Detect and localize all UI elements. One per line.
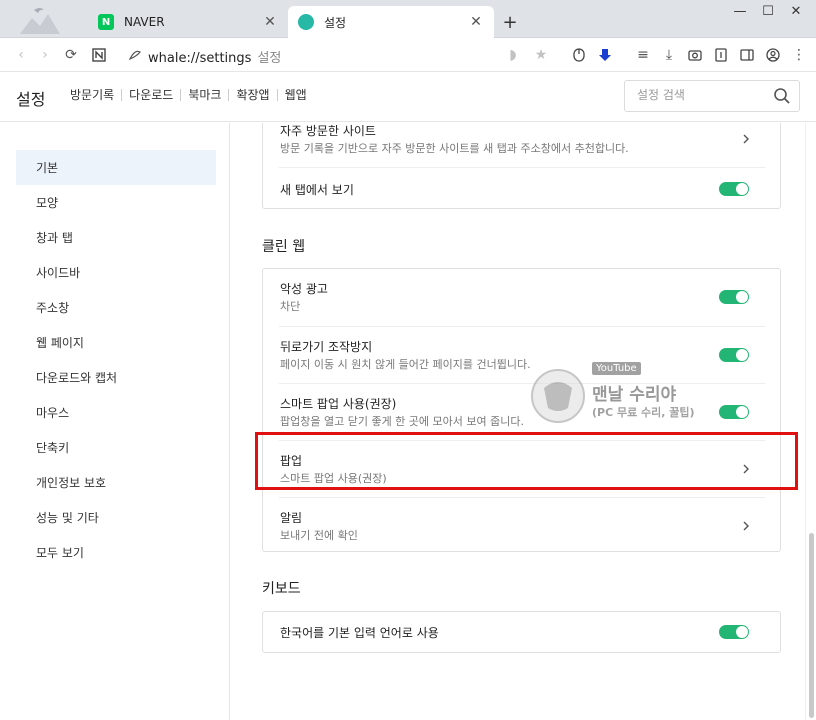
search-icon[interactable] — [773, 87, 791, 105]
sidebar-item-sidebar[interactable]: 사이드바 — [16, 255, 216, 290]
row-label: 뒤로가기 조작방지 — [280, 340, 373, 354]
bookmark-star-icon[interactable]: ★ — [532, 46, 550, 64]
whale-mountain-icon — [20, 8, 60, 34]
capture-camera-icon[interactable] — [686, 46, 704, 64]
maximize-icon[interactable]: ☐ — [758, 4, 778, 19]
sidebar-item-windows-tabs[interactable]: 창과 탭 — [16, 220, 216, 255]
sidebar-item-webpage[interactable]: 웹 페이지 — [16, 325, 216, 360]
url-text: whale://settings — [148, 51, 252, 66]
tab-settings[interactable]: 설정 ✕ — [288, 6, 494, 38]
sidebar-item-shortcuts[interactable]: 단축키 — [16, 430, 216, 465]
watermark-subtitle: (PC 무료 수리, 꿀팁) — [592, 406, 695, 419]
reader-icon[interactable] — [712, 46, 730, 64]
settings-search[interactable] — [624, 80, 800, 112]
back-icon[interactable]: ‹ — [12, 46, 30, 64]
keyboard-card: 한국어를 기본 입력 언어로 사용 — [262, 611, 781, 653]
shield-icon[interactable]: ◗ — [504, 46, 522, 64]
section-keyboard: 키보드 — [262, 581, 301, 597]
popup-highlight-box — [255, 432, 798, 490]
show-in-newtab-row: 새 탭에서 보기 — [279, 167, 765, 209]
download-arrow-icon[interactable] — [596, 46, 614, 64]
youtube-watermark: YouTube 맨날 수리야 (PC 무료 수리, 꿀팁) — [530, 360, 720, 430]
address-field[interactable]: whale://settings 설정 — [148, 47, 281, 66]
nav-bookmarks[interactable]: 북마크 — [181, 89, 230, 101]
section-clean-web: 클린 웹 — [262, 239, 306, 255]
whale-favicon-icon — [298, 14, 314, 30]
playlist-icon[interactable]: ≡ — [634, 46, 652, 64]
close-tab-icon[interactable]: ✕ — [262, 14, 278, 30]
settings-header: 설정 방문기록 다운로드 북마크 확장앱 웹앱 — [0, 72, 816, 122]
settings-nav: 방문기록 다운로드 북마크 확장앱 웹앱 — [70, 89, 314, 101]
address-toolbar: ‹ › ⟳ whale://settings 설정 ◗ ★ ≡ ⤓ ⋮ — [0, 38, 816, 72]
page-title: 설정 — [16, 90, 46, 109]
settings-sidebar: 기본 모양 창과 탭 사이드바 주소창 웹 페이지 다운로드와 캡처 마우스 단… — [0, 123, 230, 720]
tab-title: 설정 — [324, 15, 347, 30]
profile-icon[interactable] — [764, 46, 782, 64]
malicious-ads-toggle[interactable] — [719, 290, 749, 304]
row-desc: 페이지 이동 시 원치 않게 들어간 페이지를 건너뜁니다. — [280, 358, 531, 371]
tab-strip: N NAVER ✕ 설정 ✕ + — ☐ ✕ — [0, 0, 816, 38]
tab-naver[interactable]: N NAVER ✕ — [88, 6, 288, 38]
korean-input-row: 한국어를 기본 입력 언어로 사용 — [279, 612, 765, 652]
chevron-right-icon — [743, 521, 749, 531]
frequent-sites-row[interactable]: 자주 방문한 사이트 방문 기록을 기반으로 자주 방문한 사이트를 새 탭과 … — [279, 123, 765, 167]
mouse-gesture-icon[interactable] — [570, 46, 588, 64]
row-label: 알림 — [280, 511, 303, 525]
reload-icon[interactable]: ⟳ — [62, 46, 80, 64]
naver-home-icon[interactable] — [90, 46, 108, 64]
youtube-badge: YouTube — [592, 362, 641, 375]
watermark-title: 맨날 수리야 — [592, 385, 677, 405]
search-input[interactable] — [637, 88, 767, 102]
row-desc: 보내기 전에 확인 — [280, 529, 358, 542]
forward-icon[interactable]: › — [36, 46, 54, 64]
malicious-ads-row: 악성 광고 차단 — [279, 269, 765, 326]
minimize-icon[interactable]: — — [730, 4, 750, 19]
korean-input-toggle[interactable] — [719, 625, 749, 639]
sidebar-toggle-icon[interactable] — [738, 46, 756, 64]
row-label: 한국어를 기본 입력 언어로 사용 — [280, 626, 439, 640]
sidebar-item-addressbar[interactable]: 주소창 — [16, 290, 216, 325]
window-close-icon[interactable]: ✕ — [786, 4, 806, 19]
menu-dots-icon[interactable]: ⋮ — [790, 46, 808, 64]
tab-title: NAVER — [124, 15, 165, 29]
sidebar-item-privacy[interactable]: 개인정보 보호 — [16, 465, 216, 500]
sidebar-item-download-capture[interactable]: 다운로드와 캡처 — [16, 360, 216, 395]
scrollbar-thumb[interactable] — [809, 533, 814, 718]
pc-repair-logo-icon — [531, 369, 585, 423]
back-manipulation-toggle[interactable] — [719, 348, 749, 362]
sidebar-item-performance[interactable]: 성능 및 기타 — [16, 500, 216, 535]
notification-row[interactable]: 알림 보내기 전에 확인 — [279, 497, 765, 552]
site-info-icon[interactable] — [126, 46, 144, 64]
newtab-toggle[interactable] — [719, 182, 749, 196]
naver-favicon-icon: N — [98, 14, 114, 30]
new-tab-button[interactable]: + — [500, 12, 520, 33]
content-scrollbar[interactable] — [805, 123, 816, 720]
row-desc: 차단 — [280, 300, 301, 313]
nav-downloads[interactable]: 다운로드 — [122, 89, 182, 101]
row-label: 스마트 팝업 사용(권장) — [280, 397, 397, 411]
sidebar-item-mouse[interactable]: 마우스 — [16, 395, 216, 430]
nav-extensions[interactable]: 확장앱 — [229, 89, 278, 101]
smart-popup-toggle[interactable] — [719, 405, 749, 419]
sidebar-item-view-all[interactable]: 모두 보기 — [16, 535, 216, 570]
newtab-card: 자주 방문한 사이트 방문 기록을 기반으로 자주 방문한 사이트를 새 탭과 … — [262, 123, 781, 209]
url-page-label: 설정 — [257, 51, 282, 66]
row-label: 악성 광고 — [280, 282, 328, 296]
row-desc: 방문 기록을 기반으로 자주 방문한 사이트를 새 탭과 주소창에서 추천합니다… — [280, 142, 629, 155]
nav-history[interactable]: 방문기록 — [70, 89, 123, 101]
chevron-right-icon — [743, 134, 749, 144]
row-label: 새 탭에서 보기 — [280, 183, 354, 197]
sidebar-item-appearance[interactable]: 모양 — [16, 185, 216, 220]
downloads-icon[interactable]: ⤓ — [660, 46, 678, 64]
close-tab-icon[interactable]: ✕ — [468, 14, 484, 30]
row-desc: 팝업창을 열고 닫기 좋게 한 곳에 모아서 보여 줍니다. — [280, 415, 524, 428]
nav-webapps[interactable]: 웹앱 — [278, 89, 314, 101]
row-label: 자주 방문한 사이트 — [280, 124, 376, 138]
sidebar-item-basic[interactable]: 기본 — [16, 150, 216, 185]
